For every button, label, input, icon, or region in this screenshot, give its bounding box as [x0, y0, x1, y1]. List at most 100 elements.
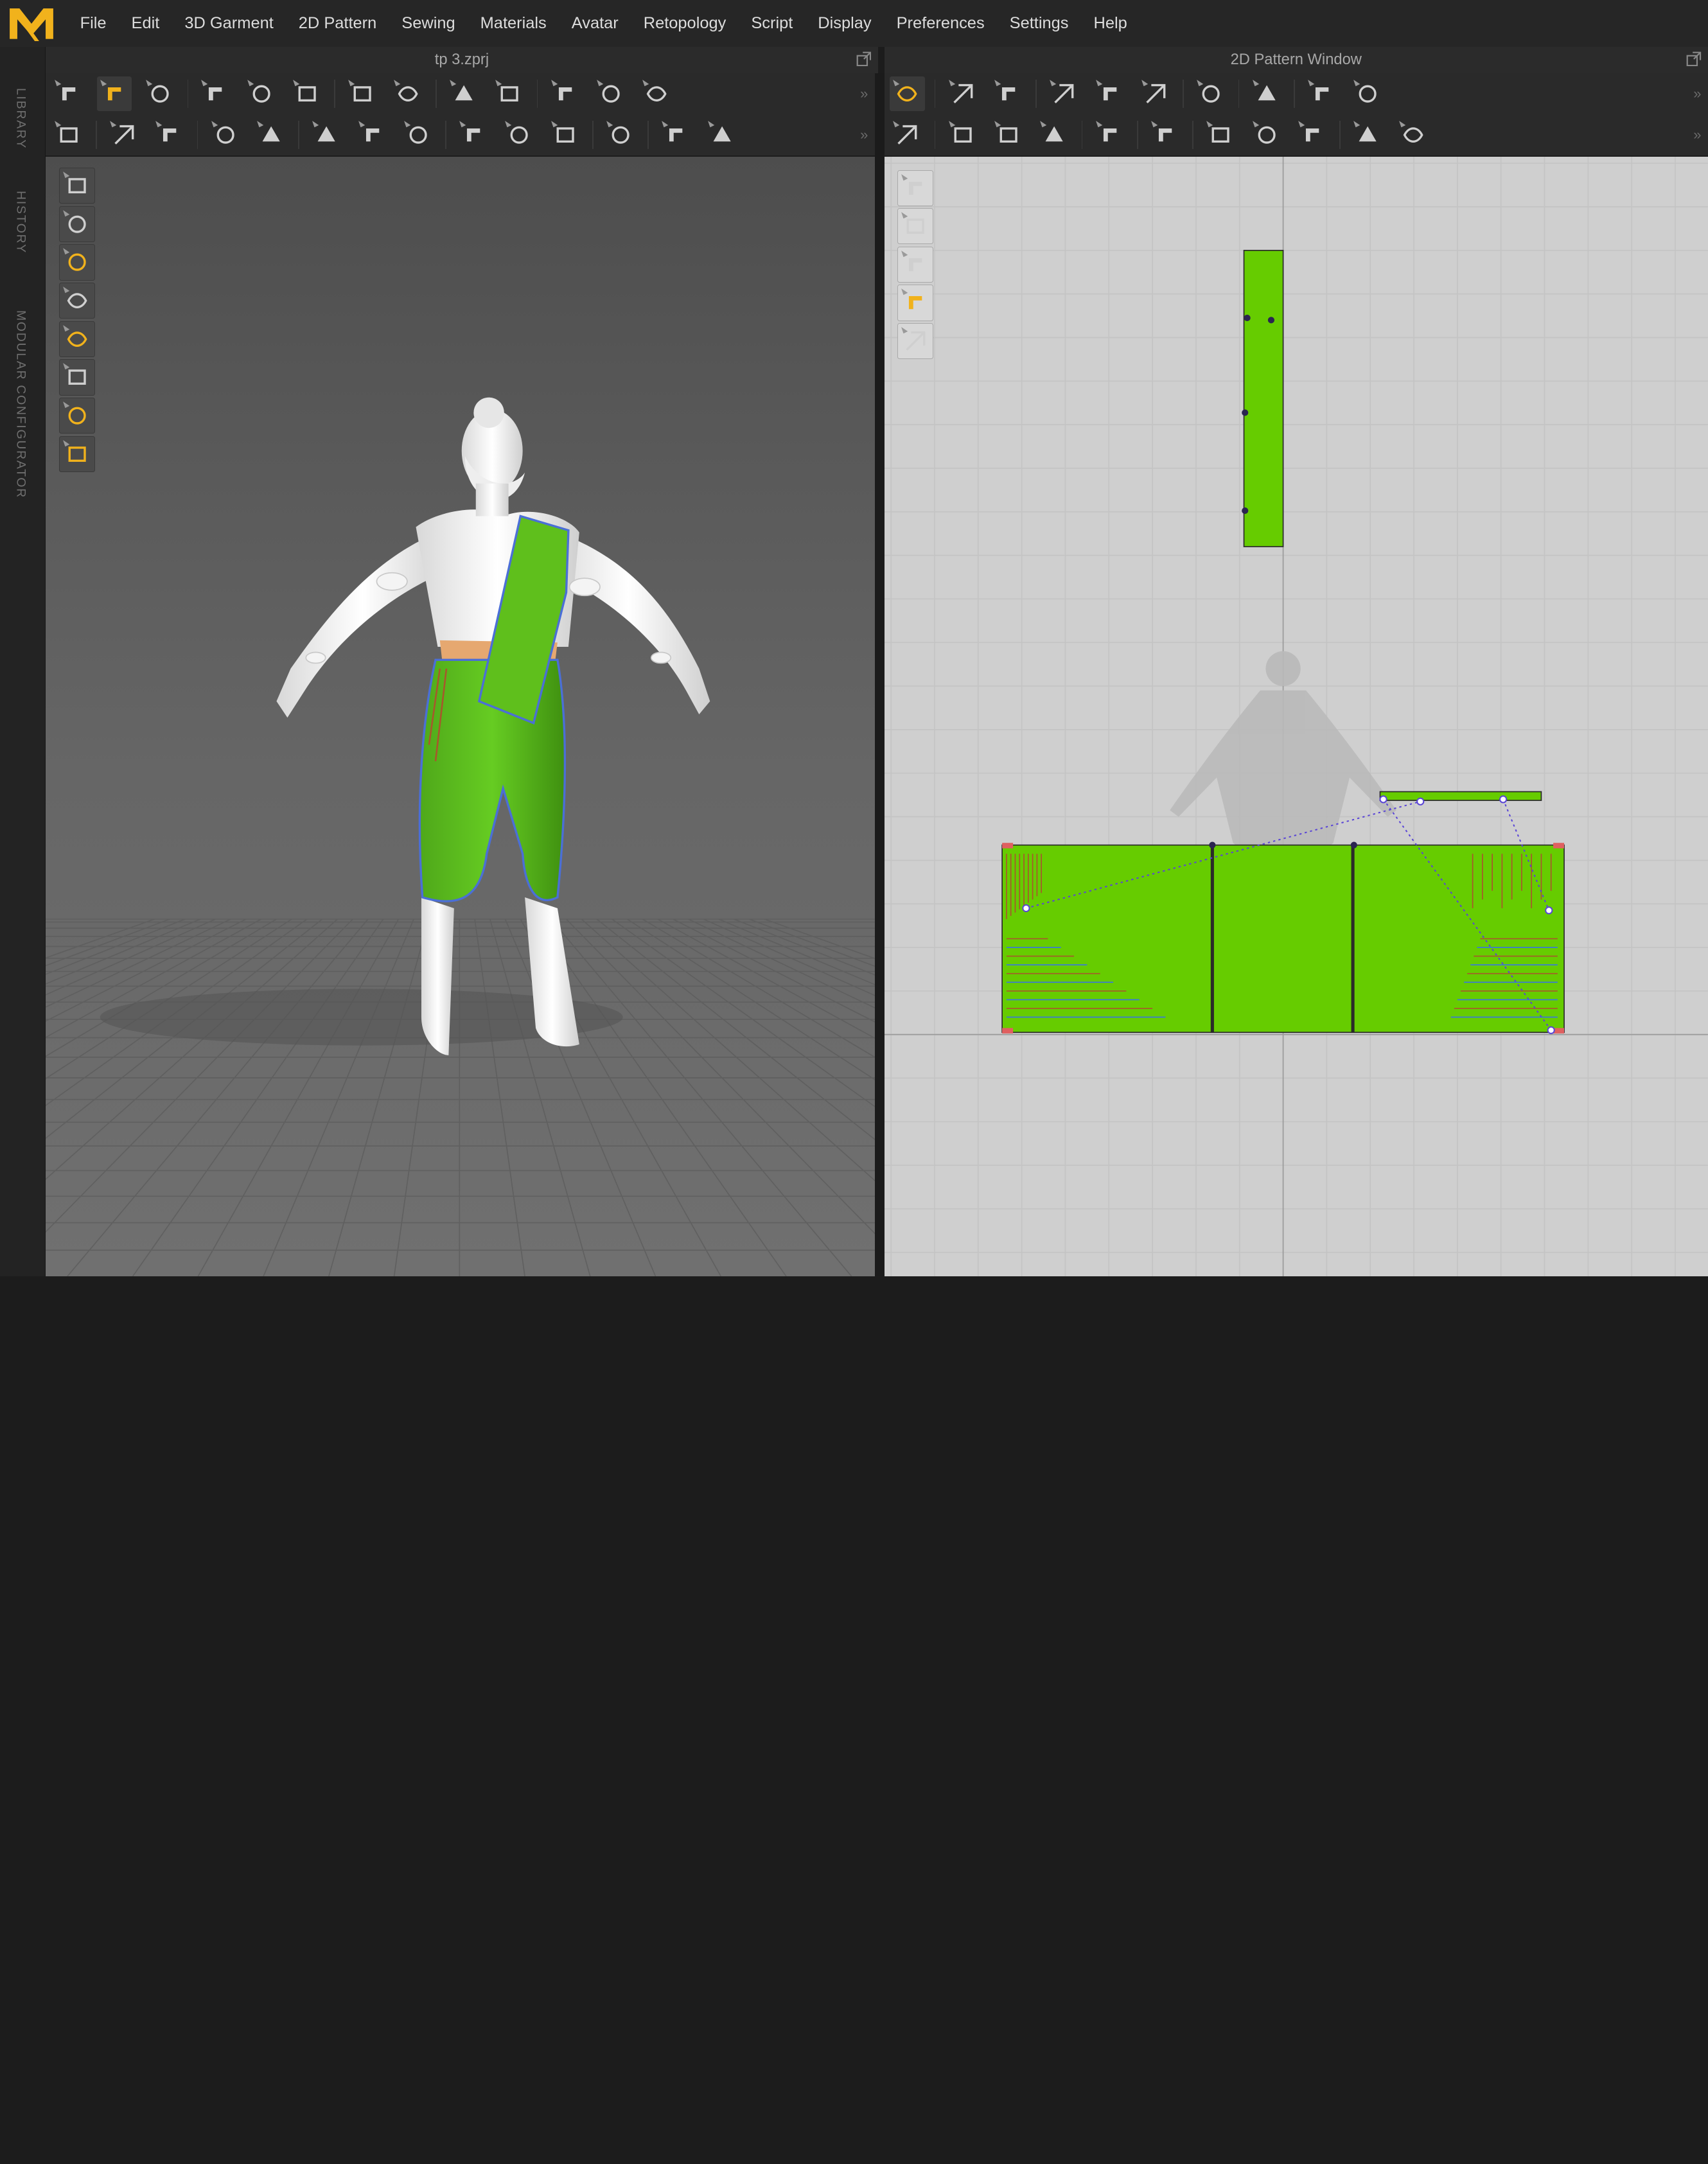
seam-allowance-icon[interactable]	[890, 118, 924, 152]
lock-icon[interactable]	[548, 118, 583, 152]
arrow-down-icon[interactable]	[51, 76, 86, 111]
toolbar-separator	[1294, 79, 1295, 108]
detach-window-icon[interactable]	[1686, 51, 1702, 67]
3d-garment-viewport[interactable]	[46, 157, 876, 1277]
menu-3d-garment[interactable]: 3D Garment	[172, 14, 286, 33]
segment-split-icon[interactable]	[1193, 76, 1228, 111]
shirt-locked-icon[interactable]	[897, 323, 934, 360]
button-icon[interactable]	[456, 118, 491, 152]
menu-file[interactable]: File	[67, 14, 119, 33]
toolbar-overflow-button[interactable]: »	[860, 127, 868, 143]
arrangement-icon[interactable]	[548, 76, 583, 111]
detach-window-icon[interactable]	[856, 51, 872, 67]
menu-2d-pattern[interactable]: 2D Pattern	[286, 14, 389, 33]
edit-pattern-icon[interactable]	[890, 76, 925, 111]
avatar-icon[interactable]	[58, 283, 95, 319]
shirt-small-icon[interactable]	[1148, 118, 1183, 152]
toolbar-separator	[934, 79, 936, 108]
trace-icon[interactable]	[946, 118, 980, 152]
tack-cloud-icon[interactable]	[391, 76, 425, 111]
iron-icon[interactable]	[1093, 118, 1127, 152]
pin-line-icon[interactable]	[446, 76, 481, 111]
2d-pattern-canvas[interactable]	[884, 157, 1708, 1277]
3d-scene[interactable]	[46, 157, 875, 1277]
line-icon[interactable]	[1350, 118, 1385, 152]
menu-settings[interactable]: Settings	[997, 14, 1081, 33]
buttonhole-icon[interactable]	[502, 118, 536, 152]
edit-point-icon[interactable]	[946, 76, 980, 111]
tack-icon[interactable]	[345, 76, 380, 111]
pin-sew-icon[interactable]	[1203, 118, 1238, 152]
toolbar-overflow-button[interactable]: »	[1693, 85, 1701, 102]
walk-icon[interactable]	[51, 118, 86, 152]
menu-preferences[interactable]: Preferences	[884, 14, 997, 33]
dart-icon[interactable]	[1138, 76, 1173, 111]
polygon-icon[interactable]	[1093, 76, 1127, 111]
particle-icon[interactable]	[58, 244, 95, 281]
menu-help[interactable]: Help	[1081, 14, 1140, 33]
fabric-swatch-icon[interactable]	[897, 285, 934, 321]
shirt-outline-icon[interactable]	[897, 208, 934, 245]
pattern-piece-dhoti-panel[interactable]	[1001, 841, 1565, 1034]
mannequin-icon[interactable]	[1249, 118, 1284, 152]
box-icon[interactable]	[58, 168, 95, 204]
brush-icon[interactable]	[897, 170, 934, 206]
sew-draw-icon[interactable]	[208, 118, 243, 152]
rectangle-icon[interactable]	[1046, 76, 1081, 111]
side-tab-modular-configurator[interactable]: MODULAR CONFIGURATOR	[13, 310, 28, 498]
gizmo-rotate-icon[interactable]	[152, 118, 187, 152]
fabric-grid-icon[interactable]	[1295, 118, 1330, 152]
head-icon[interactable]	[58, 397, 95, 434]
toolbar-separator	[1183, 79, 1184, 108]
side-tab-history[interactable]: HISTORY	[13, 191, 28, 254]
side-tab-library[interactable]: LIBRARY	[13, 88, 28, 149]
board-icon[interactable]	[705, 118, 739, 152]
menu-retopology[interactable]: Retopology	[631, 14, 739, 33]
globe-icon[interactable]	[58, 435, 95, 472]
3d-window-title: tp 3.zprj	[434, 51, 489, 68]
transform-box-icon[interactable]	[143, 76, 177, 111]
fold-point-icon[interactable]	[244, 76, 279, 111]
avatar-measure-icon[interactable]	[309, 118, 344, 152]
pattern-piece-waistband[interactable]	[1379, 791, 1542, 802]
menu-sewing[interactable]: Sewing	[389, 14, 468, 33]
toolbar-separator	[334, 79, 336, 108]
info-icon[interactable]	[897, 246, 934, 283]
garment-icon[interactable]	[58, 206, 95, 242]
grid-3d-icon[interactable]	[1350, 76, 1385, 111]
app-logo[interactable]	[6, 2, 57, 43]
menu-edit[interactable]: Edit	[119, 14, 172, 33]
avatar-select-icon[interactable]	[1249, 76, 1284, 111]
fold-rotate-icon[interactable]	[290, 76, 324, 111]
fold-arrange-icon[interactable]	[198, 76, 233, 111]
dash-line-icon[interactable]	[1396, 118, 1431, 152]
toolbar-overflow-button[interactable]: »	[1693, 127, 1701, 143]
zipper-icon[interactable]	[603, 118, 638, 152]
menu-script[interactable]: Script	[739, 14, 806, 33]
flat-iron-icon[interactable]	[658, 118, 693, 152]
pattern-drawing[interactable]	[884, 157, 1708, 1277]
avatar-check-icon[interactable]	[401, 118, 436, 152]
toolbar-overflow-button[interactable]: »	[860, 85, 868, 102]
texture-icon[interactable]	[58, 359, 95, 396]
trace-cut-icon[interactable]	[1037, 118, 1071, 152]
pattern-piece-strip-vertical[interactable]	[1241, 250, 1284, 548]
sew-cut-icon[interactable]	[254, 118, 288, 152]
select-move-icon[interactable]	[96, 76, 132, 111]
window-splitter[interactable]	[874, 73, 885, 1277]
gizmo-drag-icon[interactable]	[107, 118, 141, 152]
pin-bezier-icon[interactable]	[492, 76, 527, 111]
menu-display[interactable]: Display	[806, 14, 884, 33]
3d-toolbar-row-2: »	[46, 114, 875, 157]
avatar-grid-icon[interactable]	[355, 118, 390, 152]
shirt-front-icon[interactable]	[594, 76, 628, 111]
main-menu: File Edit 3D Garment 2D Pattern Sewing Materi…	[67, 0, 1140, 47]
shirt-split-icon[interactable]	[639, 76, 674, 111]
menu-avatar[interactable]: Avatar	[559, 14, 631, 33]
grid-icon[interactable]	[1305, 76, 1339, 111]
edit-curve-icon[interactable]	[991, 76, 1026, 111]
trace-curve-icon[interactable]	[991, 118, 1026, 152]
fabric-icon[interactable]	[58, 321, 95, 357]
2d-pattern-tools	[897, 170, 935, 362]
menu-materials[interactable]: Materials	[468, 14, 559, 33]
